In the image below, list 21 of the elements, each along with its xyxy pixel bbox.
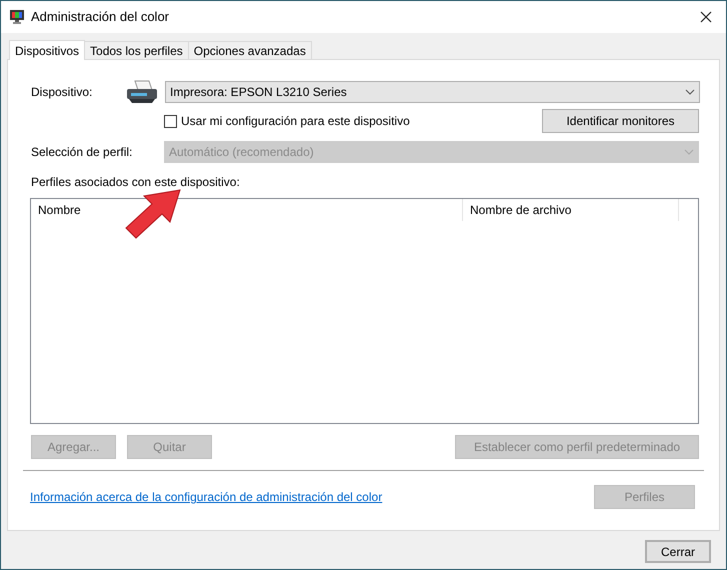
info-link[interactable]: Información acerca de la configuración de administración del color [30,488,594,506]
tab[interactable]: Todos los perfiles [84,41,189,59]
chevron-down-icon [684,149,694,155]
printer-icon [125,79,159,105]
window-title: Administración del color [31,8,170,26]
tab[interactable]: Opciones avanzadas [188,41,312,59]
profiles-list-label: Perfiles asociados con este dispositivo: [31,174,241,191]
column-header[interactable]: Nombre de archivo [463,199,679,221]
checkbox-label[interactable]: Usar mi configuración para este dispositivo [181,112,410,130]
pointer-arrow [124,188,182,240]
profiles-list[interactable]: Nombre Nombre de archivo [30,198,699,424]
checkbox[interactable] [164,114,177,128]
tab[interactable]: Dispositivos [9,40,86,60]
close-icon[interactable] [700,11,712,23]
profile-selection-label: Selección de perfil: [31,144,134,161]
identify-monitors-button[interactable]: Identificar monitores [542,109,699,133]
device-label: Dispositivo: [31,84,94,101]
close-button[interactable]: Cerrar [645,540,711,563]
monitor-icon [9,9,25,25]
chevron-down-icon [685,89,695,95]
device-dropdown[interactable]: Impresora: EPSON L3210 Series [165,81,700,103]
